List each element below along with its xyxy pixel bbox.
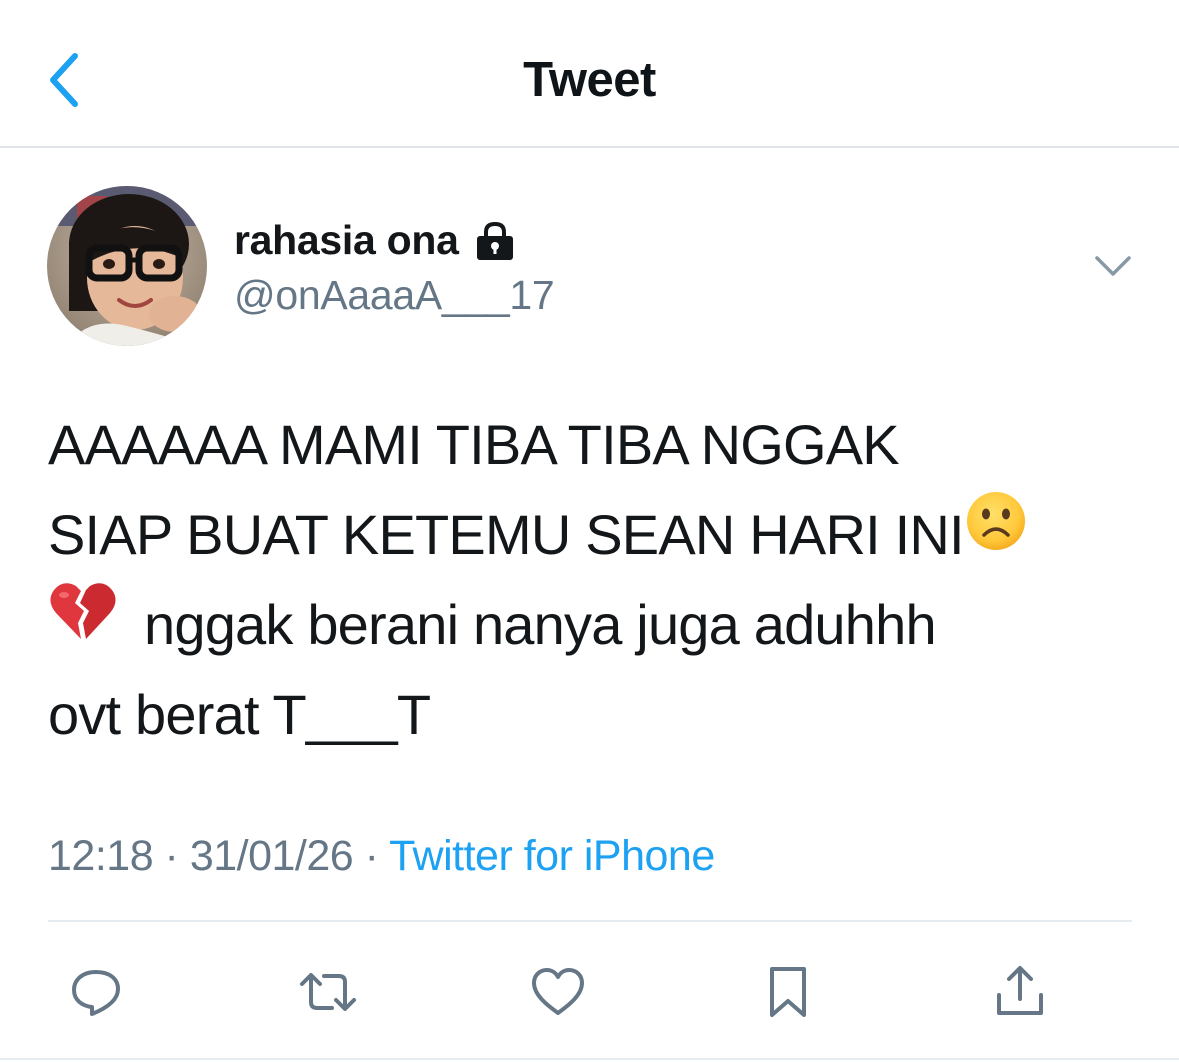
share-button[interactable]	[988, 960, 1052, 1024]
tweet-line: SIAP BUAT KETEMU SEAN HARI INI	[48, 490, 1148, 580]
tweet-text-segment: nggak berani nanya juga aduhhh	[144, 593, 937, 656]
meta-separator: ·	[153, 832, 190, 880]
tweet-line: ovt berat T___T	[48, 670, 1148, 760]
tweet-source-link[interactable]: Twitter for iPhone	[389, 832, 715, 880]
tweet-text-segment: ovt berat T___T	[48, 683, 431, 746]
lock-icon	[473, 221, 517, 261]
tweet-time: 12:18	[48, 832, 154, 880]
author-name-row[interactable]: rahasia ona	[234, 214, 517, 266]
user-handle[interactable]: @onAaaaA___17	[234, 272, 555, 319]
retweet-icon	[300, 973, 356, 1011]
bookmark-button[interactable]	[756, 960, 820, 1024]
chevron-down-icon	[1095, 256, 1131, 276]
tweet-metadata: 12:18 · 31/01/26 · Twitter for iPhone	[48, 832, 715, 881]
like-button[interactable]	[526, 960, 590, 1024]
tweet-text: AAAAAA MAMI TIBA TIBA NGGAK SIAP BUAT KE…	[48, 400, 1148, 760]
frowning-face-emoji	[964, 489, 1028, 579]
share-icon	[997, 966, 1043, 1015]
tweet-actions-bar	[48, 950, 1132, 1040]
divider	[48, 920, 1132, 922]
meta-separator: ·	[353, 832, 390, 880]
broken-heart-emoji	[48, 579, 118, 669]
tweet-text-segment: SIAP BUAT KETEMU SEAN HARI INI	[48, 503, 965, 566]
profile-photo	[47, 186, 207, 346]
tweet-date: 31/01/26	[189, 832, 354, 880]
avatar[interactable]	[47, 186, 207, 346]
retweet-button[interactable]	[296, 960, 360, 1024]
tweet-line: AAAAAA MAMI TIBA TIBA NGGAK	[48, 400, 1148, 490]
tweet-line: nggak berani nanya juga aduhhh	[48, 580, 1148, 670]
tweet-text-segment: AAAAAA MAMI TIBA TIBA NGGAK	[48, 413, 900, 476]
reply-icon	[72, 970, 120, 1016]
page-title: Tweet	[523, 53, 656, 107]
display-name[interactable]: rahasia ona	[234, 217, 459, 264]
heart-icon	[532, 968, 584, 1015]
divider	[0, 1058, 1179, 1060]
bookmark-icon	[770, 967, 806, 1017]
navigation-bar: Tweet	[0, 0, 1179, 148]
more-options-button[interactable]	[1088, 246, 1138, 286]
reply-button[interactable]	[64, 960, 128, 1024]
